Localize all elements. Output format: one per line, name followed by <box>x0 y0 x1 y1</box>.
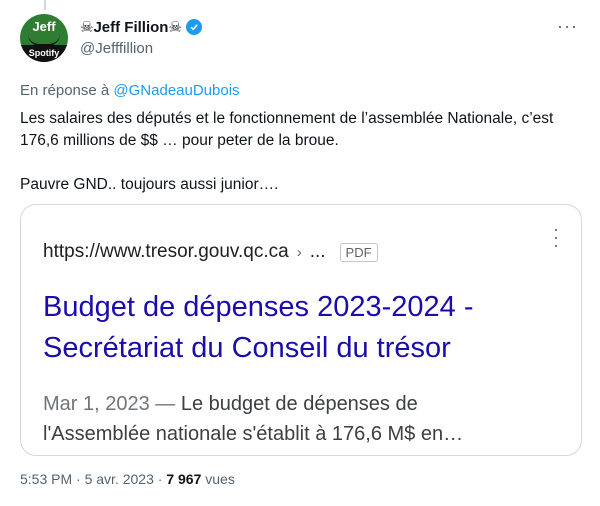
meta-separator: · <box>76 471 81 487</box>
avatar-top-text: Jeff <box>32 19 56 34</box>
pdf-badge: PDF <box>339 242 378 262</box>
card-date: Mar 1, 2023 <box>43 393 150 415</box>
tweet-date[interactable]: 5 avr. 2023 <box>85 471 154 487</box>
reply-mention-link[interactable]: @GNadeauDubois <box>113 82 239 99</box>
card-url-ellipsis: ... <box>309 241 326 262</box>
verified-badge-icon <box>185 19 202 35</box>
card-title[interactable]: Budget de dépenses 2023-2024 - Secrétari… <box>43 287 563 369</box>
tweet-text: Les salaires des députés et le fonctionn… <box>20 108 580 196</box>
card-title-line: Secrétariat du Conseil du trésor <box>43 332 451 364</box>
tweet-paragraph: Pauvre GND.. toujours aussi junior…. <box>20 176 279 193</box>
tweet-meta: 5:53 PM · 5 avr. 2023 · 7 967 vues <box>20 471 235 487</box>
tweet-time[interactable]: 5:53 PM <box>20 471 72 487</box>
card-url: https://www.tresor.gouv.qc.ca › ... PDF <box>43 241 378 263</box>
reply-context: En réponse à @GNadeauDubois <box>20 82 240 99</box>
card-snippet-line: Le budget de dépenses de <box>180 393 418 415</box>
link-preview-card[interactable]: https://www.tresor.gouv.qc.ca › ... PDF … <box>20 204 582 456</box>
tweet-paragraph: Les salaires des députés et le fonctionn… <box>20 110 554 149</box>
avatar[interactable]: Jeff Spotify <box>20 14 68 62</box>
kebab-menu-icon[interactable]: · · · <box>553 220 559 254</box>
thread-line <box>44 0 46 10</box>
breadcrumb-chevron-icon: › <box>296 243 302 261</box>
reply-prefix: En réponse à <box>20 82 110 99</box>
card-snippet: Mar 1, 2023 — Le budget de dépenses de l… <box>43 389 563 449</box>
author-name-row[interactable]: ☠ Jeff Fillion ☠ <box>80 18 202 36</box>
display-name[interactable]: Jeff Fillion <box>93 19 168 36</box>
views-label: vues <box>205 471 235 487</box>
skull-crossbones-icon: ☠ <box>80 19 94 36</box>
views-count: 7 967 <box>166 471 202 487</box>
avatar-bottom-text: Spotify <box>20 45 68 62</box>
author-handle[interactable]: @Jefffillion <box>80 40 153 57</box>
meta-separator: · <box>157 471 163 487</box>
card-dash: — <box>155 393 176 415</box>
card-snippet-line: l'Assemblée nationale s'établit à 176,6 … <box>43 423 464 445</box>
more-options-icon[interactable]: ··· <box>557 16 578 37</box>
skull-crossbones-icon: ☠ <box>168 19 182 36</box>
card-title-line: Budget de dépenses 2023-2024 - <box>43 291 474 323</box>
card-url-domain: https://www.tresor.gouv.qc.ca <box>43 241 289 262</box>
